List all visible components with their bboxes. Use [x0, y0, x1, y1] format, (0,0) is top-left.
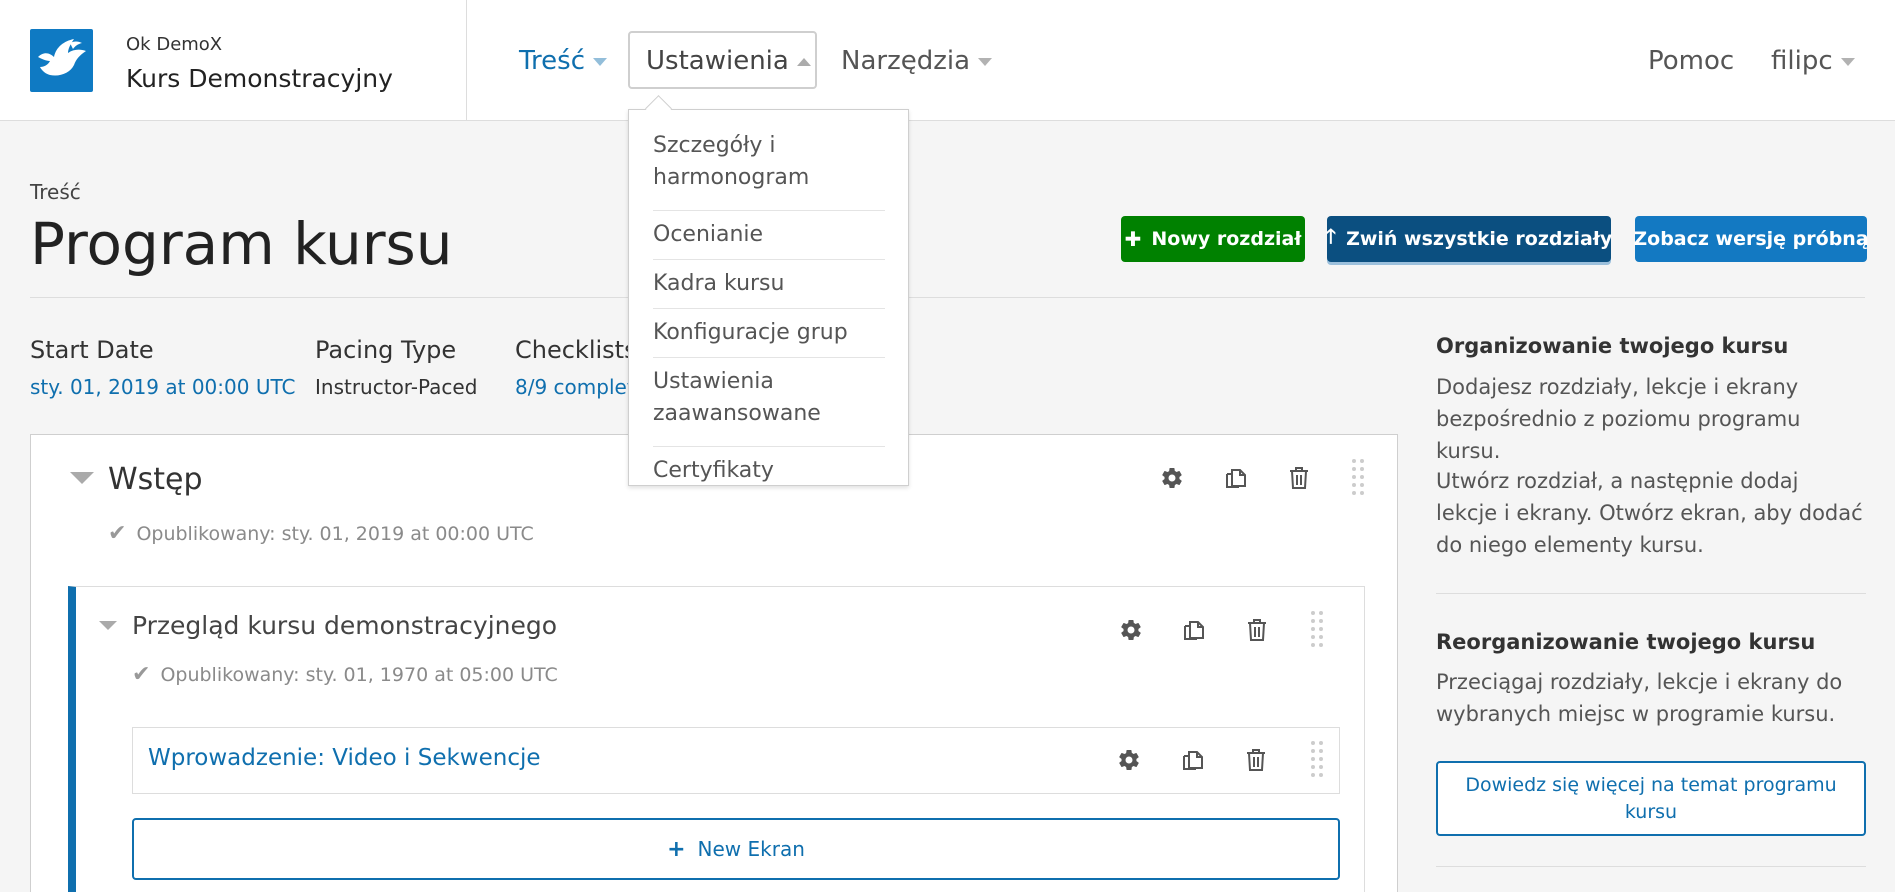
trash-icon[interactable]: [1241, 745, 1271, 775]
gear-icon[interactable]: [1116, 615, 1146, 645]
subsection-status-text: Opublikowany: sty. 01, 1970 at 05:00 UTC: [160, 664, 558, 686]
collapse-all-label: Zwiń wszystkie rozdziały: [1346, 228, 1613, 250]
plus-icon: ✚: [1124, 227, 1142, 251]
sidebar-divider: [1436, 593, 1866, 594]
check-icon: ✔: [108, 521, 127, 546]
logo-dove-icon[interactable]: [30, 29, 93, 92]
menu-item-grading[interactable]: Ocenianie: [653, 219, 885, 260]
course-org: Ok DemoX: [126, 34, 222, 55]
pacing-type-label: Pacing Type: [315, 336, 457, 364]
view-live-button[interactable]: Zobacz wersję próbną: [1633, 216, 1869, 262]
trash-icon[interactable]: [1242, 615, 1272, 645]
pacing-type-value: Instructor-Paced: [315, 375, 478, 399]
nav-user-menu[interactable]: filipc: [1771, 46, 1855, 76]
divider: [30, 297, 1865, 298]
org-suffix: DemoX: [156, 34, 223, 55]
new-section-label: Nowy rozdział: [1151, 228, 1302, 250]
breadcrumb: Treść: [30, 180, 81, 204]
sidebar-heading-organize: Organizowanie twojego kursu: [1436, 334, 1789, 358]
page-title: Program kursu: [30, 210, 453, 278]
gear-icon[interactable]: [1114, 745, 1144, 775]
checklists-label: Checklists: [515, 336, 637, 364]
new-section-button[interactable]: ✚ Nowy rozdział: [1121, 216, 1305, 262]
duplicate-icon[interactable]: [1221, 463, 1251, 493]
subsection-status: ✔ Opublikowany: sty. 01, 1970 at 05:00 UT…: [132, 662, 558, 687]
sidebar-text-organize-2: Utwórz rozdział, a następnie dodaj lekcj…: [1436, 469, 1863, 557]
trash-icon[interactable]: [1284, 463, 1314, 493]
nav-content-menu[interactable]: Treść: [519, 46, 608, 76]
chevron-down-icon: [978, 57, 993, 66]
nav-settings-menu[interactable]: Ustawienia: [628, 31, 817, 89]
start-date-link[interactable]: sty. 01, 2019 at 00:00 UTC: [30, 375, 295, 399]
menu-item-certificates[interactable]: Certyfikaty: [653, 455, 885, 487]
menu-item-schedule[interactable]: Szczegóły i harmonogram: [653, 130, 885, 211]
section-title[interactable]: Wstęp: [108, 462, 203, 497]
settings-dropdown: Szczegóły i harmonogram Ocenianie Kadra …: [628, 109, 909, 486]
start-date-label: Start Date: [30, 336, 154, 364]
sidebar-heading-reorganize: Reorganizowanie twojego kursu: [1436, 630, 1816, 654]
menu-item-course-team[interactable]: Kadra kursu: [653, 268, 885, 309]
sidebar-text-organize-1: Dodajesz rozdziały, lekcje i ekrany bezp…: [1436, 375, 1801, 463]
top-header: Ok DemoX Kurs Demonstracyjny Treść Ustaw…: [0, 0, 1895, 121]
course-name[interactable]: Kurs Demonstracyjny: [126, 64, 393, 93]
nav-tools-label: Narzędzia: [841, 46, 971, 76]
duplicate-icon[interactable]: [1179, 615, 1209, 645]
nav-help-link[interactable]: Pomoc: [1648, 46, 1734, 76]
chevron-down-icon: [1840, 57, 1855, 66]
collapse-caret-icon[interactable]: [99, 621, 117, 630]
gear-icon[interactable]: [1157, 463, 1187, 493]
nav-content-label: Treść: [519, 46, 586, 76]
chevron-down-icon: [593, 57, 608, 66]
nav-user-label: filipc: [1771, 46, 1833, 76]
unit-title-link[interactable]: Wprowadzenie: Video i Sekwencje: [148, 745, 541, 771]
new-unit-button[interactable]: + New Ekran: [132, 818, 1340, 880]
drag-handle-icon[interactable]: [1311, 741, 1325, 779]
drag-handle-icon[interactable]: [1311, 611, 1325, 649]
section-status-text: Opublikowany: sty. 01, 2019 at 00:00 UTC: [136, 523, 534, 545]
section-status: ✔ Opublikowany: sty. 01, 2019 at 00:00 UT…: [108, 521, 534, 546]
duplicate-icon[interactable]: [1178, 745, 1208, 775]
collapse-all-button[interactable]: 🡑 Zwiń wszystkie rozdziały: [1325, 216, 1613, 262]
menu-item-group-config[interactable]: Konfiguracje grup: [653, 317, 885, 358]
header-divider: [466, 0, 467, 120]
drag-handle-icon[interactable]: [1352, 459, 1366, 497]
sidebar-text-reorganize: Przeciągaj rozdziały, lekcje i ekrany do…: [1436, 670, 1843, 726]
menu-item-advanced[interactable]: Ustawienia zaawansowane: [653, 366, 885, 447]
nav-tools-menu[interactable]: Narzędzia: [841, 46, 993, 76]
new-unit-label: New Ekran: [697, 837, 805, 861]
check-icon: ✔: [132, 662, 151, 687]
chevron-up-icon: [796, 57, 811, 66]
collapse-caret-icon[interactable]: [70, 472, 94, 484]
org-name: Ok: [126, 34, 151, 55]
arrow-up-icon: 🡑: [1325, 224, 1337, 248]
learn-more-button[interactable]: Dowiedz się więcej na temat programu kur…: [1436, 761, 1866, 836]
subsection-title[interactable]: Przegląd kursu demonstracyjnego: [132, 611, 557, 640]
nav-settings-label: Ustawienia: [646, 46, 789, 76]
sidebar-divider: [1436, 866, 1866, 867]
plus-icon: +: [667, 836, 686, 862]
